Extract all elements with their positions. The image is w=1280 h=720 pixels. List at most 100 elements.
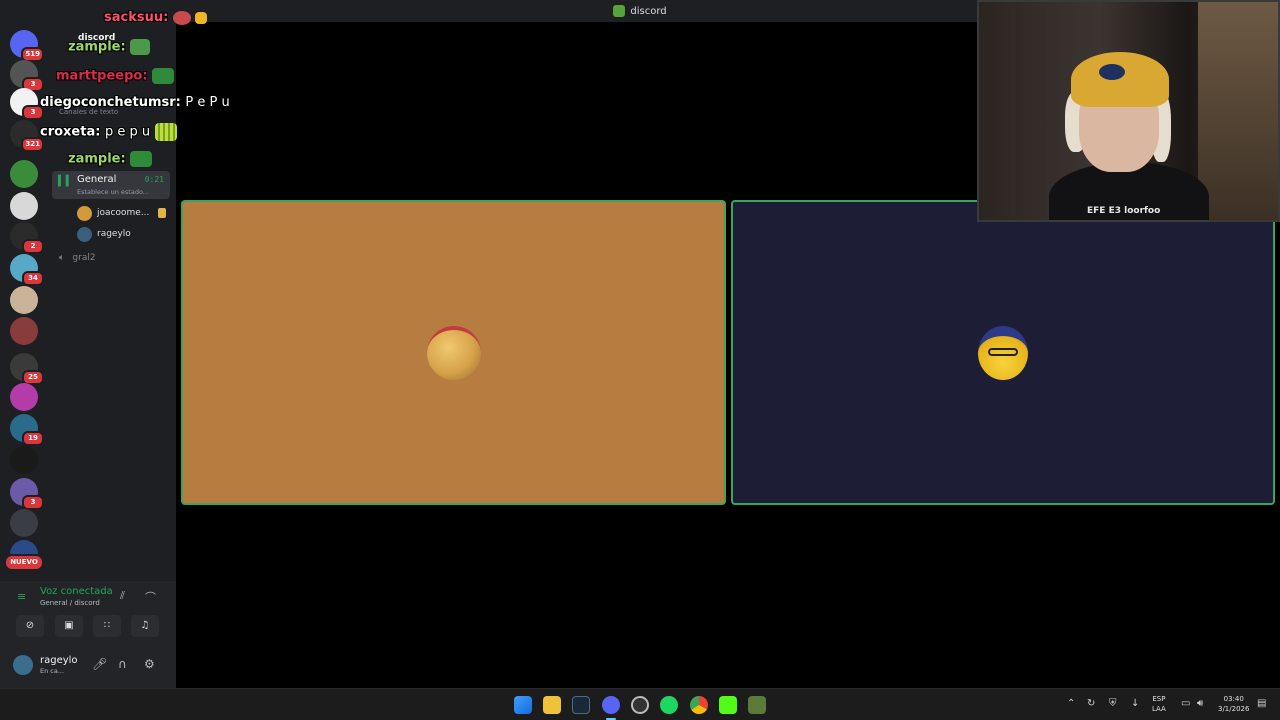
webcam-window [1198, 2, 1278, 220]
member-name: joacoome... [97, 208, 150, 218]
activity-icon [158, 208, 167, 218]
minecraft-icon[interactable] [748, 696, 766, 714]
chat-message: marttpeepo: [56, 68, 175, 84]
clock-time: 03:40 [1223, 695, 1244, 703]
server-icon[interactable] [10, 446, 38, 474]
new-badge: NUEVO [6, 556, 42, 569]
speaker-icon: 🔈︎ [59, 253, 65, 263]
kick-icon[interactable] [719, 696, 737, 714]
channel-status: Establece un estado... [77, 188, 150, 196]
voice-channel-icon: ▍▍ [58, 176, 74, 187]
activities-button[interactable]: ∷ [93, 615, 121, 637]
windows-start-icon[interactable] [514, 696, 532, 714]
sync-icon[interactable]: ↻ [1087, 698, 1095, 709]
chevron-up-icon[interactable]: ⌃ [1067, 698, 1075, 709]
chat-message: sacksuu: [104, 10, 208, 25]
steam-icon[interactable] [572, 696, 590, 714]
channel-duration: 0:21 [144, 175, 164, 184]
notification-badge: 3 [22, 495, 44, 510]
voice-member[interactable]: rageylo [77, 225, 131, 243]
channel-name: gral2 [72, 253, 96, 263]
server-icon[interactable] [10, 383, 38, 411]
chat-text: P e P u [185, 95, 230, 110]
discord-icon[interactable] [602, 696, 620, 714]
server-icon[interactable] [10, 286, 38, 314]
camera-button[interactable]: ⊘ [16, 615, 44, 637]
server-icon[interactable]: 3 [10, 478, 44, 510]
voice-channel-gral2[interactable]: 🔈︎ gral2 [59, 253, 96, 263]
voice-connection-panel: ≡ Voz conectada General / discord ⫽ ⌒ ⊘ … [0, 580, 176, 688]
video-tile-joacoome[interactable] [181, 200, 726, 505]
server-icon[interactable] [10, 317, 38, 345]
participant-avatar [427, 326, 481, 380]
chat-username: sacksuu: [104, 10, 169, 25]
soundboard-button[interactable]: ♫ [131, 615, 159, 637]
server-icon[interactable]: 321 [10, 120, 44, 152]
microphone-icon[interactable]: ↓ [1131, 698, 1139, 709]
disconnect-icon[interactable]: ⌒ [145, 589, 156, 605]
user-name[interactable]: rageylo [40, 655, 78, 666]
chat-text: p e p u [104, 124, 151, 140]
server-icon[interactable] [10, 509, 38, 537]
discord-home-icon[interactable]: 519 [10, 30, 44, 62]
emote-icon [130, 39, 151, 55]
server-icon[interactable] [10, 192, 38, 220]
volume-icon[interactable]: 🔊︎ [1197, 698, 1203, 709]
avatar [77, 205, 92, 221]
user-bar: rageylo En ca... 🎤︎ ∩ ⚙ [0, 649, 176, 689]
chat-message: zample: [68, 39, 151, 55]
notification-badge: 2 [22, 239, 44, 254]
server-icon[interactable]: 19 [10, 414, 44, 446]
chat-username: zample: [68, 39, 126, 55]
user-status: En ca... [40, 667, 65, 675]
language-indicator[interactable]: ESP LAA [1152, 694, 1166, 714]
server-icon[interactable]: 25 [10, 353, 44, 385]
server-icon[interactable]: 3 [10, 60, 44, 92]
webcam-beanie-logo [1099, 64, 1125, 80]
chat-username: marttpeepo: [56, 68, 148, 84]
server-icon[interactable]: 34 [10, 254, 44, 286]
gear-icon[interactable]: ⚙ [144, 657, 155, 671]
notification-icon[interactable]: ▤ [1257, 698, 1266, 709]
chat-message: croxeta: p e p u [40, 123, 177, 141]
user-avatar[interactable] [13, 655, 33, 675]
network-icon[interactable]: ▭ [1181, 698, 1190, 709]
emote-icon [152, 68, 175, 84]
windows-taskbar: ⌃ ↻ ⛨ ↓ ESP LAA ▭ 🔊︎ 03:40 3/1/2026 ▤ [0, 688, 1280, 720]
clock[interactable]: 03:40 3/1/2026 [1218, 694, 1249, 714]
chat-message: diegoconchetumsr: P e P u [40, 95, 230, 110]
shield-icon[interactable]: ⛨ [1109, 698, 1117, 709]
emote-icon [195, 11, 208, 24]
voice-channel-general[interactable]: ▍▍ General 0:21 Establece un estado... [52, 171, 170, 199]
discord-server-icon [613, 5, 626, 17]
clock-date: 3/1/2026 [1218, 705, 1250, 713]
window-title: discord [630, 5, 667, 17]
signal-icon: ≡ [17, 590, 27, 603]
voice-member[interactable]: joacoome... [77, 204, 167, 222]
keyboard-layout: LAA [1152, 705, 1166, 713]
noise-suppression-icon[interactable]: ⫽ [120, 589, 125, 603]
chat-username: diegoconchetumsr: [40, 95, 181, 110]
streamer-webcam: EFE E3 loorfoo [977, 0, 1280, 222]
server-icon[interactable] [10, 160, 38, 188]
obs-icon[interactable] [631, 696, 649, 714]
emote-icon [154, 123, 177, 141]
server-icon[interactable]: 2 [10, 222, 44, 254]
member-name: rageylo [97, 229, 131, 239]
spotify-icon[interactable] [660, 696, 678, 714]
notification-badge: 19 [22, 431, 44, 446]
server-icon[interactable] [10, 540, 38, 554]
chat-username: zample: [68, 151, 126, 167]
voice-status-subtitle[interactable]: General / discord [40, 599, 100, 607]
voice-status-title[interactable]: Voz conectada [40, 586, 113, 597]
server-icon[interactable]: 3 [10, 88, 44, 120]
chrome-icon[interactable] [690, 696, 708, 714]
microphone-icon[interactable]: 🎤︎ [92, 657, 107, 671]
video-tile-rageylo[interactable] [731, 200, 1275, 505]
headphones-icon[interactable]: ∩ [118, 657, 127, 671]
participant-avatar [978, 326, 1028, 380]
shirt-text: EFE E3 loorfoo [1087, 206, 1161, 216]
chat-username: croxeta: [40, 124, 101, 140]
screen-share-button[interactable]: ▣ [55, 615, 83, 637]
file-explorer-icon[interactable] [543, 696, 561, 714]
